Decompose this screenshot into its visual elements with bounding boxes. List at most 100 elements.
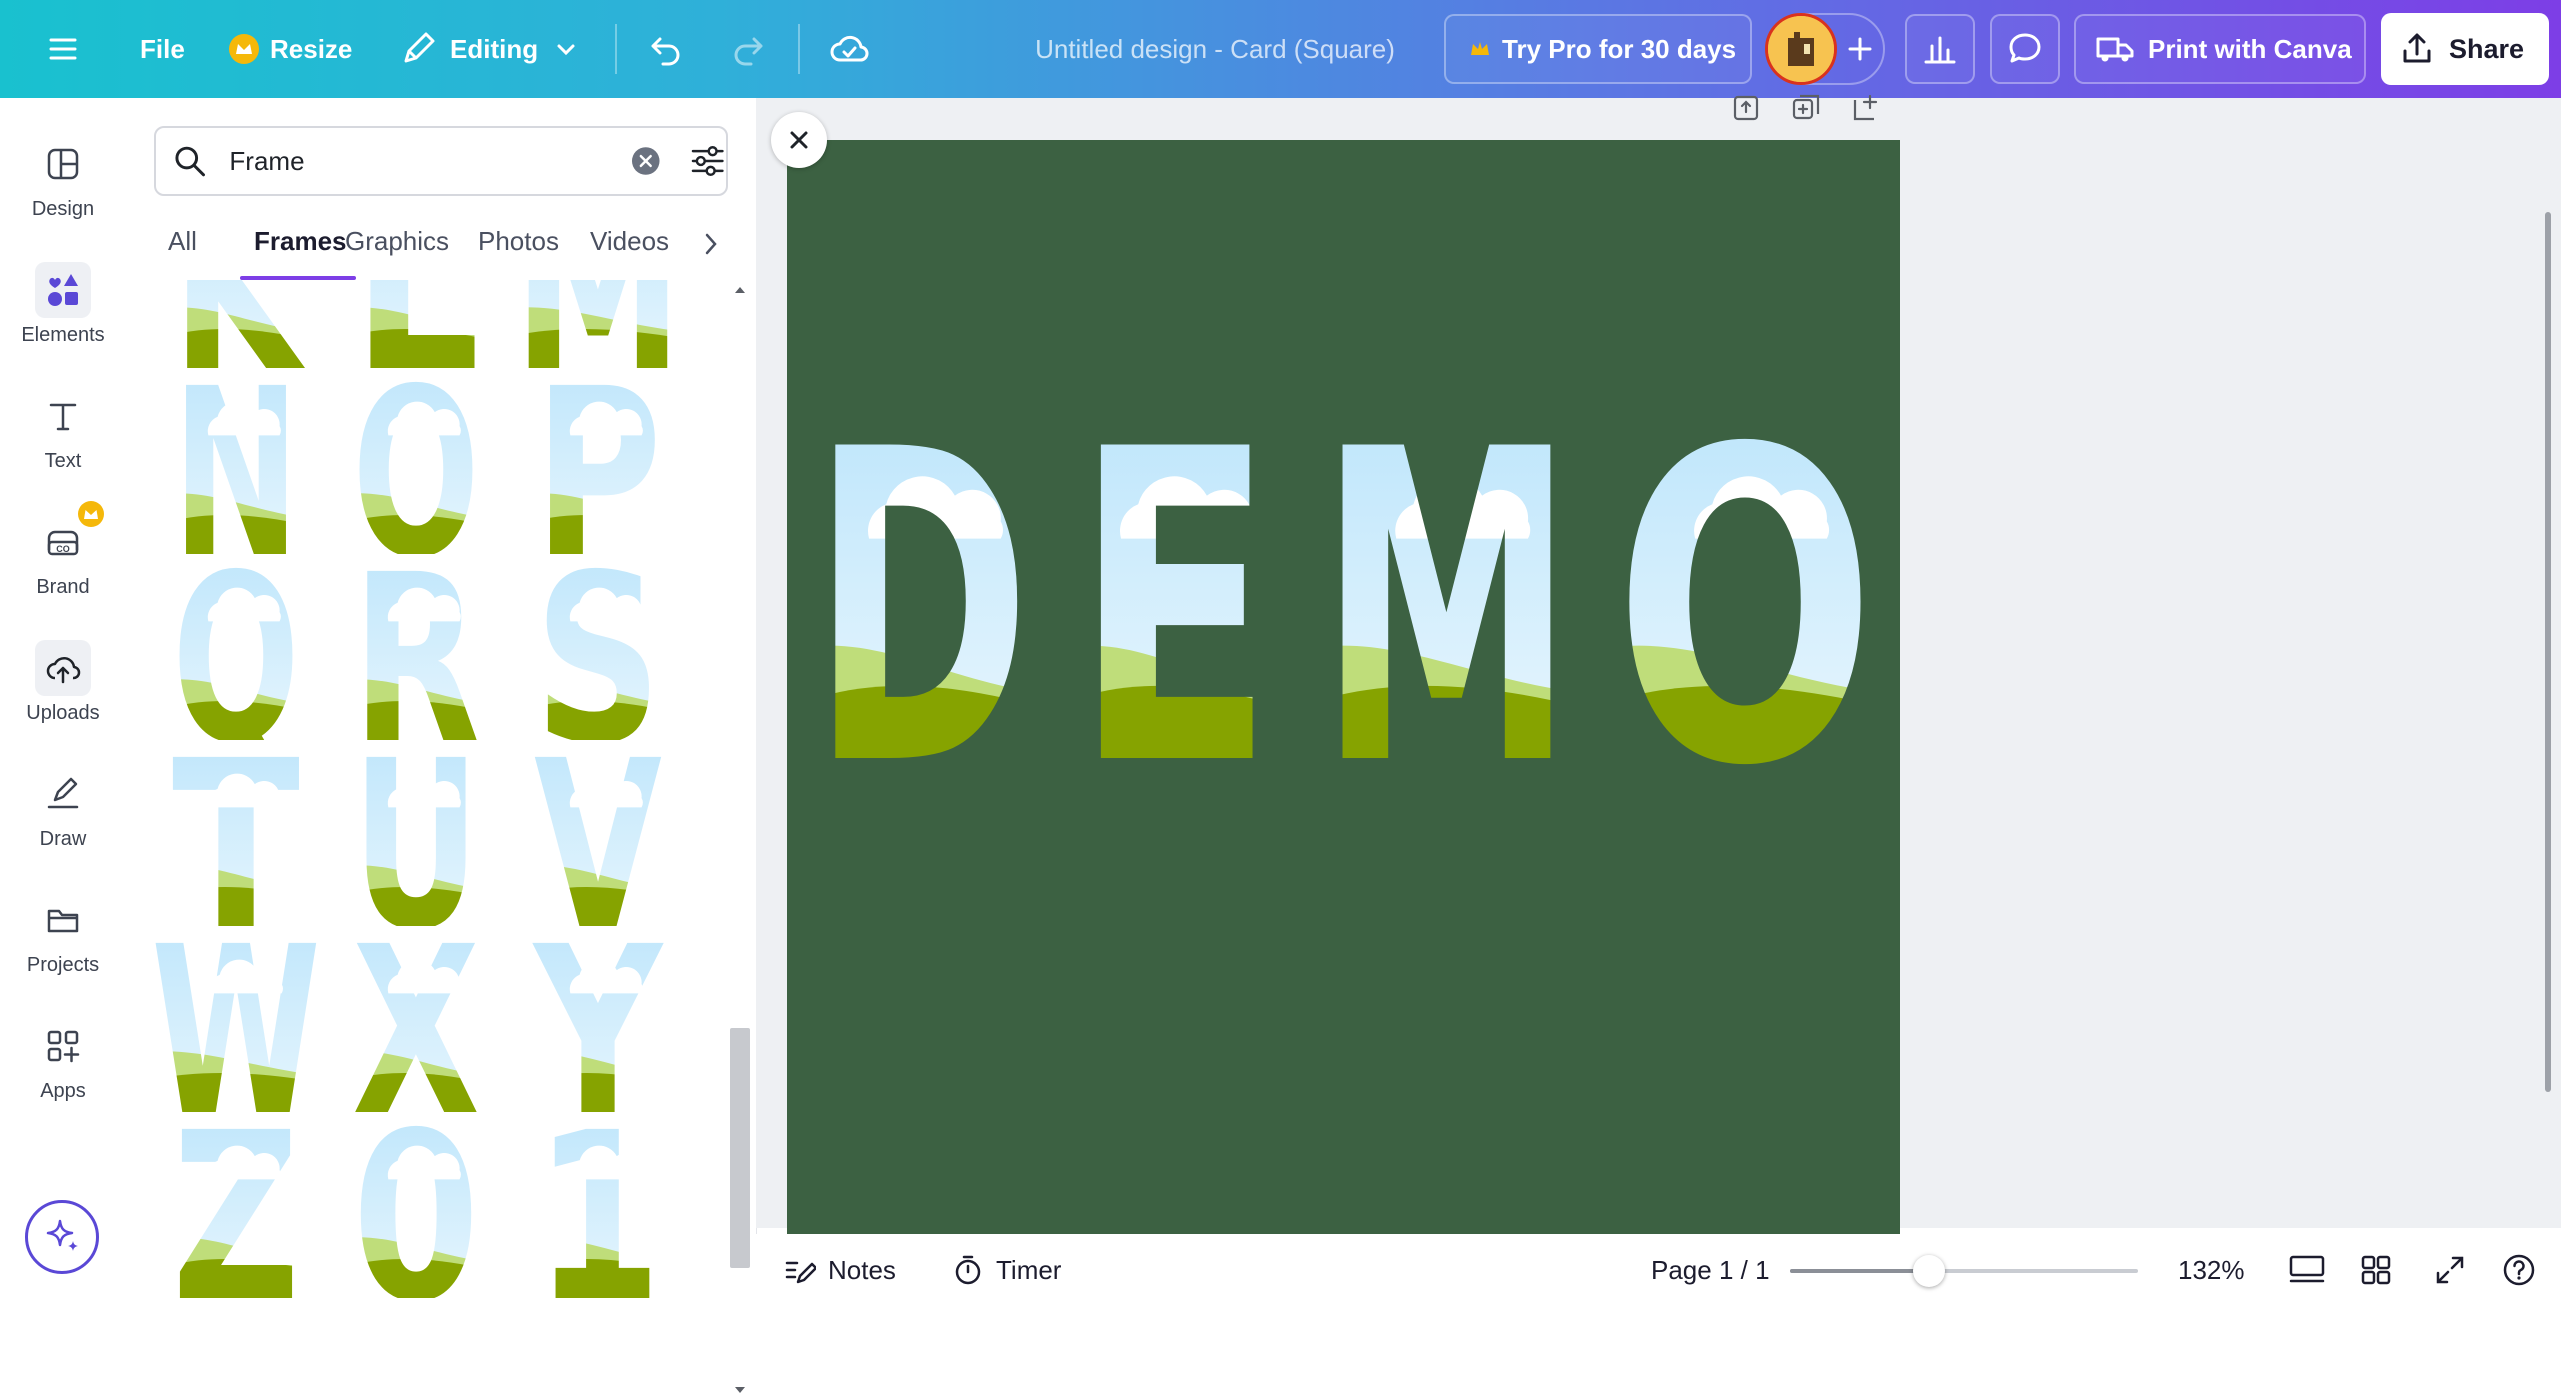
nav-label-elements: Elements xyxy=(21,324,105,346)
undo-button[interactable] xyxy=(646,0,686,98)
lock-page-icon[interactable] xyxy=(1730,92,1762,124)
frame-result-v[interactable]: V xyxy=(508,746,688,926)
notes-button[interactable]: Notes xyxy=(784,1234,896,1306)
filter-sliders-icon[interactable] xyxy=(689,142,726,180)
nav-item-projects[interactable]: Projects xyxy=(0,882,126,1002)
frame-result-q[interactable]: Q xyxy=(146,560,326,740)
frame-letter-m[interactable] xyxy=(1299,420,1594,778)
text-t-icon xyxy=(35,388,91,444)
nav-item-draw[interactable]: Draw xyxy=(0,756,126,876)
frame-letter-1[interactable] xyxy=(514,1118,682,1298)
frame-result-1[interactable]: 1 xyxy=(508,1118,688,1298)
frame-result-w[interactable]: W xyxy=(146,932,326,1112)
resize-button[interactable]: Resize xyxy=(228,0,352,98)
frame-result-s[interactable]: S xyxy=(508,560,688,740)
tab-frames[interactable]: Frames xyxy=(254,224,347,282)
frame-result-o[interactable]: O xyxy=(326,374,506,554)
frame-result-n[interactable]: N xyxy=(146,374,326,554)
frame-result-m[interactable]: M xyxy=(508,280,688,368)
tab-all[interactable]: All xyxy=(168,224,197,282)
frame-letter-o[interactable] xyxy=(332,374,500,554)
magic-assistant-button[interactable] xyxy=(25,1200,99,1274)
frame-result-r[interactable]: R xyxy=(326,560,506,740)
crown-icon xyxy=(229,34,259,64)
frame-result-k[interactable]: K xyxy=(146,280,326,368)
invite-collaborator-button[interactable] xyxy=(1838,13,1882,85)
frame-letter-n[interactable] xyxy=(152,374,320,554)
nav-item-apps[interactable]: Apps xyxy=(0,1008,126,1128)
insights-button[interactable] xyxy=(1905,14,1975,84)
share-button[interactable]: Share xyxy=(2381,13,2549,85)
print-with-canva-button[interactable]: Print with Canva xyxy=(2074,14,2366,84)
canvas-scrollbar[interactable] xyxy=(2545,212,2551,1092)
pages-view-button[interactable] xyxy=(2288,1234,2326,1306)
frame-letter-q[interactable] xyxy=(152,560,320,740)
try-pro-button[interactable]: Try Pro for 30 days xyxy=(1444,14,1752,84)
cloud-check-icon xyxy=(830,35,869,62)
design-title[interactable]: Untitled design - Card (Square) xyxy=(980,0,1450,98)
frame-letter-u[interactable] xyxy=(332,746,500,926)
grid-view-button[interactable] xyxy=(2360,1234,2392,1306)
avatar[interactable] xyxy=(1765,13,1837,85)
nav-item-text[interactable]: Text xyxy=(0,378,126,498)
page-indicator[interactable]: Page 1 / 1 xyxy=(1651,1234,1770,1306)
frame-letter-v[interactable] xyxy=(514,746,682,926)
search-input[interactable] xyxy=(227,144,616,178)
frame-letter-d[interactable] xyxy=(791,420,1051,778)
tabs-scroll-right-button[interactable] xyxy=(696,226,726,262)
clear-search-icon[interactable] xyxy=(631,146,661,176)
scroll-down-arrow-icon[interactable] xyxy=(728,1380,752,1400)
frame-letter-x[interactable] xyxy=(332,932,500,1112)
frame-result-t[interactable]: T xyxy=(146,746,326,926)
nav-item-brand[interactable]: CO Brand xyxy=(0,501,126,624)
frame-letter-y[interactable] xyxy=(514,932,682,1112)
frame-letter-k[interactable] xyxy=(152,280,320,368)
panel-scrollbar-thumb[interactable] xyxy=(730,1028,750,1268)
redo-button[interactable] xyxy=(728,0,768,98)
editing-mode-dropdown[interactable]: Editing xyxy=(398,0,580,98)
frame-letter-e[interactable] xyxy=(1054,420,1294,778)
nav-item-design[interactable]: Design xyxy=(0,126,126,246)
frame-letter-p[interactable] xyxy=(514,374,682,554)
save-status-button[interactable] xyxy=(828,0,870,98)
delivery-truck-icon xyxy=(2096,37,2134,62)
page-thumbnails-icon xyxy=(2289,1255,2325,1283)
tab-photos[interactable]: Photos xyxy=(478,224,559,282)
help-button[interactable] xyxy=(2502,1234,2536,1306)
demo-letter-frames[interactable]: DEMO xyxy=(787,140,1900,1235)
frame-result-l[interactable]: L xyxy=(326,280,506,368)
tab-videos[interactable]: Videos xyxy=(590,224,669,282)
frame-letter-t[interactable] xyxy=(152,746,320,926)
frame-result-p[interactable]: P xyxy=(508,374,688,554)
file-menu-button[interactable]: File xyxy=(140,0,185,98)
cloud-upload-icon xyxy=(35,640,91,696)
frame-letter-m[interactable] xyxy=(508,280,688,368)
design-canvas[interactable]: DEMO xyxy=(787,140,1900,1235)
frame-letter-s[interactable] xyxy=(514,560,682,740)
frame-letter-w[interactable] xyxy=(146,932,326,1112)
avatar-image-icon xyxy=(1768,16,1834,82)
comments-button[interactable] xyxy=(1990,14,2060,84)
frame-result-0[interactable]: 0 xyxy=(326,1118,506,1298)
tab-graphics[interactable]: Graphics xyxy=(345,224,449,282)
add-page-icon[interactable] xyxy=(1850,92,1882,124)
frame-letter-o[interactable] xyxy=(1594,420,1896,778)
frame-letter-r[interactable] xyxy=(332,560,500,740)
duplicate-page-icon[interactable] xyxy=(1790,92,1822,124)
frame-result-u[interactable]: U xyxy=(326,746,506,926)
frame-letter-z[interactable] xyxy=(152,1118,320,1298)
zoom-slider-handle[interactable] xyxy=(1913,1255,1946,1287)
nav-item-uploads[interactable]: Uploads xyxy=(0,630,126,750)
zoom-level[interactable]: 132% xyxy=(2178,1234,2245,1306)
main-menu-button[interactable] xyxy=(46,0,80,98)
frame-result-x[interactable]: X xyxy=(326,932,506,1112)
frame-letter-0[interactable] xyxy=(332,1118,500,1298)
frame-letter-l[interactable] xyxy=(332,280,500,368)
scroll-up-arrow-icon[interactable] xyxy=(728,280,752,300)
nav-item-elements[interactable]: Elements xyxy=(0,252,126,372)
fullscreen-button[interactable] xyxy=(2434,1234,2466,1306)
close-canvas-button[interactable] xyxy=(771,112,827,168)
timer-button[interactable]: Timer xyxy=(952,1234,1061,1306)
frame-result-z[interactable]: Z xyxy=(146,1118,326,1298)
frame-result-y[interactable]: Y xyxy=(508,932,688,1112)
